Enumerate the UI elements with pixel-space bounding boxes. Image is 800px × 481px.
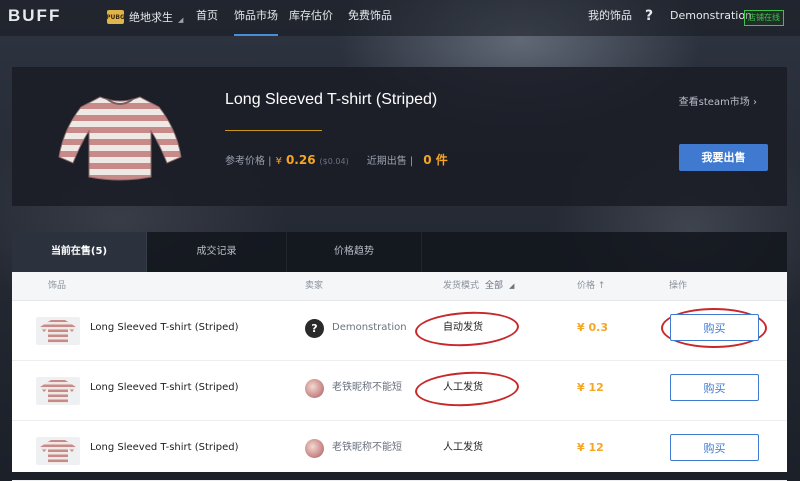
tab-price-trend[interactable]: 价格趋势 bbox=[287, 232, 422, 272]
recent-sold-label: 近期出售 | bbox=[366, 156, 414, 167]
steam-market-link[interactable]: 查看steam市场 › bbox=[679, 93, 757, 108]
delivery-filter[interactable]: 全部 bbox=[485, 281, 503, 291]
table-row: Long Sleeved T-shirt (Striped) ? Demonst… bbox=[12, 300, 787, 361]
sort-caret-icon[interactable]: ◢ bbox=[509, 282, 514, 290]
ref-price-label: 参考价格 | bbox=[225, 156, 272, 167]
nav-inventory-valuation[interactable]: 库存估价 bbox=[289, 0, 333, 36]
item-name[interactable]: Long Sleeved T-shirt (Striped) bbox=[90, 300, 239, 356]
ref-price-usd: ($0.04) bbox=[319, 157, 349, 166]
buy-button[interactable]: 购买 bbox=[670, 374, 759, 401]
username-link[interactable]: Demonstration bbox=[670, 0, 752, 32]
logo-text: BUFF bbox=[8, 6, 62, 25]
item-thumbnail bbox=[36, 377, 80, 405]
annotation-circle bbox=[414, 309, 520, 349]
delivery-mode: 人工发货 bbox=[443, 442, 483, 453]
reference-price: 参考价格 | ¥ 0.26 ($0.04) 近期出售 | 0 件 bbox=[225, 151, 448, 168]
header-delivery-label: 发货模式 bbox=[443, 281, 480, 291]
header-action: 操作 bbox=[669, 281, 688, 291]
header-seller: 卖家 bbox=[305, 281, 324, 291]
pubg-game-icon: PUBG bbox=[106, 10, 125, 24]
buy-button[interactable]: 购买 bbox=[670, 314, 759, 341]
dropdown-caret-icon: ◢ bbox=[178, 16, 184, 24]
annotation-circle bbox=[414, 369, 520, 409]
listing-price: ¥ 0.3 bbox=[577, 321, 608, 334]
item-title: Long Sleeved T-shirt (Striped) bbox=[225, 91, 438, 108]
header-item: 饰品 bbox=[48, 281, 67, 291]
ref-price-currency: ¥ bbox=[275, 156, 282, 167]
nav-market[interactable]: 饰品市场 bbox=[234, 0, 278, 36]
header-price-sort[interactable]: 价格 ↑ bbox=[577, 272, 605, 300]
buy-button[interactable]: 购买 bbox=[670, 434, 759, 461]
top-nav: BUFF PUBG 绝地求生 ◢ 首页 饰品市场 库存估价 免费饰品 我的饰品 … bbox=[0, 0, 800, 36]
game-selector[interactable]: PUBG 绝地求生 ◢ bbox=[106, 6, 184, 28]
nav-home[interactable]: 首页 bbox=[196, 0, 218, 36]
item-info-panel: Long Sleeved T-shirt (Striped) 参考价格 | ¥ … bbox=[12, 67, 787, 206]
item-thumbnail bbox=[36, 437, 80, 465]
item-name[interactable]: Long Sleeved T-shirt (Striped) bbox=[90, 420, 239, 476]
help-icon[interactable]: ? bbox=[645, 0, 653, 33]
game-label: 绝地求生 bbox=[129, 11, 173, 24]
nav-my-items[interactable]: 我的饰品 bbox=[588, 0, 632, 36]
seller-name[interactable]: 老铁昵称不能短 bbox=[332, 420, 402, 476]
seller-name[interactable]: 老铁昵称不能短 bbox=[332, 360, 402, 416]
listing-price: ¥ 12 bbox=[577, 381, 604, 394]
tab-bar: 当前在售(5) 成交记录 价格趋势 bbox=[12, 232, 787, 272]
ref-price-value: 0.26 bbox=[285, 153, 316, 167]
nav-free-items[interactable]: 免费饰品 bbox=[348, 0, 392, 36]
seller-avatar: ? bbox=[305, 319, 324, 338]
seller-avatar bbox=[305, 379, 324, 398]
buff-logo[interactable]: BUFF bbox=[8, 5, 61, 27]
table-header: 饰品 卖家 发货模式 全部 ◢ 价格 ↑ 操作 bbox=[12, 272, 787, 301]
item-image bbox=[55, 85, 185, 185]
item-name[interactable]: Long Sleeved T-shirt (Striped) bbox=[90, 360, 239, 416]
tab-transaction-history[interactable]: 成交记录 bbox=[147, 232, 287, 272]
item-thumbnail bbox=[36, 317, 80, 345]
recent-sold-value: 0 件 bbox=[423, 153, 448, 167]
title-underline bbox=[225, 130, 322, 131]
listings-table: 饰品 卖家 发货模式 全部 ◢ 价格 ↑ 操作 Long Sleeved T-shi… bbox=[12, 272, 787, 481]
listing-price: ¥ 12 bbox=[577, 441, 604, 454]
sell-button[interactable]: 我要出售 bbox=[679, 144, 768, 171]
seller-name[interactable]: Demonstration bbox=[332, 300, 407, 356]
store-online-badge[interactable]: 店铺在线 bbox=[744, 10, 784, 26]
tab-on-sale[interactable]: 当前在售(5) bbox=[12, 232, 147, 272]
header-delivery: 发货模式 全部 ◢ bbox=[443, 272, 514, 300]
table-row: Long Sleeved T-shirt (Striped) 老铁昵称不能短 人… bbox=[12, 360, 787, 421]
seller-avatar bbox=[305, 439, 324, 458]
